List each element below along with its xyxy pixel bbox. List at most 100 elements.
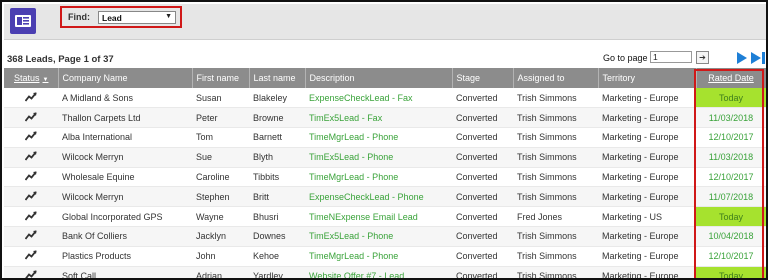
company-name-cell[interactable]: Plastics Products (58, 246, 192, 267)
assigned-to-cell: Trish Simmons (513, 226, 598, 247)
description-link[interactable]: Website Offer #7 - Lead (305, 266, 452, 278)
status-cell (4, 206, 58, 228)
assigned-to-cell: Trish Simmons (513, 127, 598, 148)
territory-cell: Marketing - Europe (598, 88, 696, 109)
trend-chart-icon[interactable] (24, 211, 37, 223)
assigned-to-cell: Trish Simmons (513, 266, 598, 278)
company-name-cell[interactable]: Bank Of Colliers (58, 226, 192, 247)
column-header-first-name[interactable]: First name (192, 68, 250, 88)
find-label: Find: (68, 12, 90, 22)
stage-cell: Converted (452, 147, 513, 168)
table-row[interactable]: A Midland & Sons Susan Blakeley ExpenseChec… (4, 88, 766, 109)
last-page-icon[interactable] (751, 52, 765, 64)
description-link[interactable]: TimeMgrLead - Phone (305, 167, 452, 188)
rated-date-cell: Today (696, 206, 766, 228)
table-row[interactable]: Soft Call Adrian Yardley Website Offer #7 -… (4, 266, 766, 278)
table-row[interactable]: Wilcock Merryn Stephen Britt ExpenseCheckLe… (4, 186, 766, 208)
assigned-to-cell: Trish Simmons (513, 186, 598, 208)
description-link[interactable]: TimEx5Lead - Phone (305, 147, 452, 168)
stage-cell: Converted (452, 266, 513, 278)
first-name-cell: Sue (192, 147, 249, 168)
assigned-to-cell: Trish Simmons (513, 246, 598, 267)
status-cell (4, 107, 58, 129)
table-row[interactable]: Alba International Tom Barnett TimeMgrLead … (4, 127, 766, 148)
rated-date-cell: 11/03/2018 (696, 147, 766, 168)
stage-cell: Converted (452, 226, 513, 247)
assigned-to-cell: Fred Jones (513, 206, 598, 228)
territory-cell: Marketing - Europe (598, 246, 696, 267)
company-name-cell[interactable]: A Midland & Sons (58, 88, 192, 109)
trend-chart-icon[interactable] (25, 270, 37, 278)
column-header-assigned-to[interactable]: Assigned to (513, 68, 599, 88)
column-header-description[interactable]: Description (305, 68, 453, 88)
description-link[interactable]: TimeMgrLead - Phone (305, 246, 452, 267)
company-name-cell[interactable]: Soft Call (58, 266, 192, 278)
first-name-cell: John (192, 246, 249, 267)
sort-desc-icon: ▼ (42, 77, 49, 83)
column-header-stage[interactable]: Stage (452, 68, 514, 88)
table-row[interactable]: Wholesale Equine Caroline Tibbits TimeMgrLe… (4, 167, 766, 188)
assigned-to-cell: Trish Simmons (513, 147, 598, 168)
find-select[interactable]: Lead ▼ (98, 11, 176, 24)
trend-chart-icon[interactable] (24, 191, 37, 203)
trend-chart-icon[interactable] (24, 112, 37, 124)
trend-chart-icon[interactable] (24, 151, 37, 163)
trend-chart-icon[interactable] (24, 250, 37, 262)
last-name-cell: Tibbits (249, 167, 305, 188)
column-header-rated-date[interactable]: Rated Date (696, 68, 766, 88)
description-link[interactable]: TimeNExpense Email Lead (305, 206, 452, 228)
stage-cell: Converted (452, 246, 513, 267)
description-link[interactable]: TimeMgrLead - Phone (305, 127, 452, 148)
company-name-cell[interactable]: Global Incorporated GPS (58, 206, 192, 228)
description-link[interactable]: ExpenseCheckLead - Phone (305, 186, 452, 208)
territory-cell: Marketing - Europe (598, 107, 696, 129)
trend-chart-icon[interactable] (24, 131, 37, 143)
rated-date-cell: 10/04/2018 (696, 226, 766, 247)
trend-chart-icon[interactable] (24, 171, 37, 183)
description-link[interactable]: ExpenseCheckLead - Fax (305, 88, 452, 109)
table-row[interactable]: Wilcock Merryn Sue Blyth TimEx5Lead - Phone… (4, 147, 766, 168)
last-name-cell: Britt (249, 186, 305, 208)
stage-cell: Converted (452, 127, 513, 148)
last-name-cell: Barnett (249, 127, 305, 148)
assigned-to-cell: Trish Simmons (513, 107, 598, 129)
status-cell (4, 127, 58, 148)
company-name-cell[interactable]: Wholesale Equine (58, 167, 192, 188)
stage-cell: Converted (452, 167, 513, 188)
table-row[interactable]: Thallon Carpets Ltd Peter Browne TimEx5Lead… (4, 107, 766, 129)
dropdown-caret-icon: ▼ (165, 13, 172, 20)
company-name-cell[interactable]: Wilcock Merryn (58, 186, 192, 208)
first-name-cell: Wayne (192, 206, 249, 228)
column-header-territory[interactable]: Territory (598, 68, 697, 88)
rated-date-cell: 11/03/2018 (696, 107, 766, 129)
company-name-cell[interactable]: Thallon Carpets Ltd (58, 107, 192, 129)
table-row[interactable]: Plastics Products John Kehoe TimeMgrLead - … (4, 246, 766, 267)
next-page-icon[interactable] (737, 52, 747, 64)
goto-page-label: Go to page (603, 53, 648, 63)
table-row[interactable]: Global Incorporated GPS Wayne Bhusri TimeNE… (4, 206, 766, 228)
last-name-cell: Blyth (249, 147, 305, 168)
company-name-cell[interactable]: Wilcock Merryn (58, 147, 192, 168)
trend-chart-icon[interactable] (24, 230, 37, 242)
goto-page-button[interactable]: ➔ (696, 51, 709, 64)
top-toolbar: Find: Lead ▼ (4, 4, 766, 40)
goto-page-input[interactable]: 1 (650, 51, 692, 63)
trend-chart-icon[interactable] (24, 92, 37, 104)
status-cell (4, 226, 58, 247)
rated-date-cell: 11/07/2018 (696, 186, 766, 208)
column-header-status[interactable]: Status ▼ (4, 68, 59, 88)
app-logo-icon[interactable] (10, 8, 36, 34)
stage-cell: Converted (452, 186, 513, 208)
column-header-last-name[interactable]: Last name (249, 68, 306, 88)
column-header-status-label: Status (14, 73, 40, 83)
territory-cell: Marketing - Europe (598, 226, 696, 247)
description-link[interactable]: TimEx5Lead - Phone (305, 226, 452, 247)
territory-cell: Marketing - Europe (598, 167, 696, 188)
first-name-cell: Tom (192, 127, 249, 148)
table-row[interactable]: Bank Of Colliers Jacklyn Downes TimEx5Lead … (4, 226, 766, 247)
company-name-cell[interactable]: Alba International (58, 127, 192, 148)
column-header-company[interactable]: Company Name (58, 68, 193, 88)
territory-cell: Marketing - Europe (598, 147, 696, 168)
stage-cell: Converted (452, 88, 513, 109)
description-link[interactable]: TimEx5Lead - Fax (305, 107, 452, 129)
